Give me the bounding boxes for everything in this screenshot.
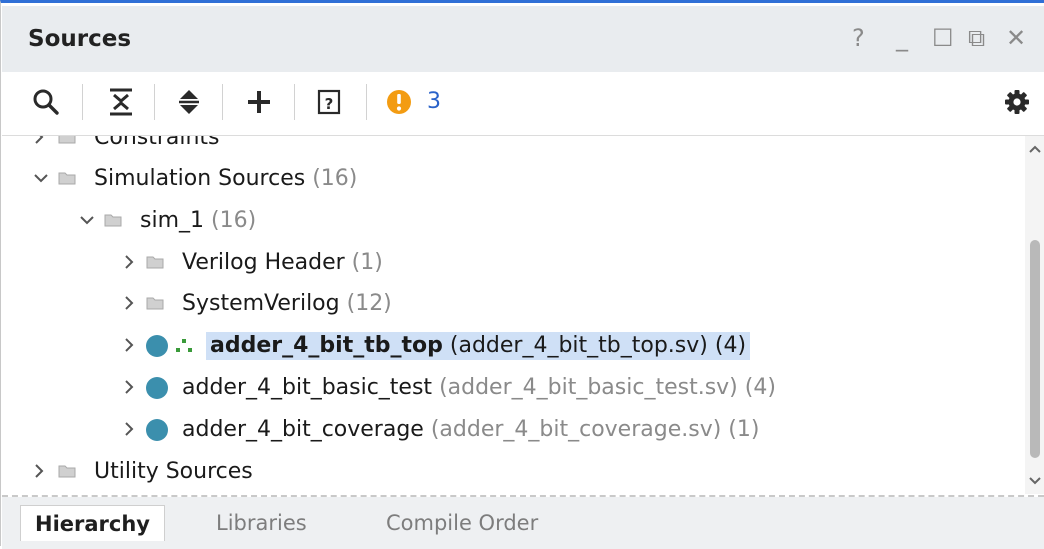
tree-item-adder-4-bit-basic-test[interactable]: adder_4_bit_basic_test (adder_4_bit_basi… xyxy=(2,368,1024,408)
close-button[interactable]: ✕ xyxy=(1006,24,1026,52)
tab-compile-order[interactable]: Compile Order xyxy=(372,505,552,541)
maximize-button[interactable]: ☐ xyxy=(932,24,954,52)
module-icon xyxy=(146,335,168,357)
folder-icon xyxy=(58,136,76,144)
svg-text:?: ? xyxy=(325,95,334,113)
panel-title: Sources xyxy=(28,26,132,52)
tree-item-label: adder_4_bit_coverage xyxy=(182,417,424,442)
scroll-down-icon[interactable] xyxy=(1028,474,1042,488)
tree-item-label: Verilog Header xyxy=(182,250,345,275)
chevron-down-icon[interactable] xyxy=(32,167,50,189)
scroll-up-icon[interactable] xyxy=(1028,142,1042,156)
folder-icon xyxy=(146,297,164,310)
chevron-right-icon[interactable] xyxy=(122,418,136,440)
chevron-right-icon[interactable] xyxy=(32,136,46,148)
tree-item-label: sim_1 xyxy=(140,208,205,233)
tree-item-adder-4-bit-tb-top[interactable]: adder_4_bit_tb_top (adder_4_bit_tb_top.s… xyxy=(2,326,1024,366)
float-button[interactable]: ⧉ xyxy=(968,24,985,52)
item-count: (4) xyxy=(744,375,776,400)
sources-tree: Constraints Simulation Sources (16) sim_… xyxy=(2,136,1024,494)
title-bar: Sources ? _ ☐ ⧉ ✕ xyxy=(2,6,1044,72)
tree-item-label: adder_4_bit_tb_top xyxy=(210,333,443,358)
item-count: (12) xyxy=(346,291,392,316)
gear-icon[interactable] xyxy=(1002,86,1032,118)
help-button[interactable]: ? xyxy=(852,24,865,52)
tree-item-label: Simulation Sources xyxy=(94,166,306,191)
folder-icon xyxy=(58,465,76,478)
minimize-button[interactable]: _ xyxy=(896,24,908,52)
item-count: (1) xyxy=(728,417,760,442)
chevron-right-icon[interactable] xyxy=(32,460,46,482)
tree-item-constraints[interactable]: Constraints xyxy=(2,136,1024,158)
toolbar: ? 3 xyxy=(2,72,1044,136)
warning-count[interactable]: 3 xyxy=(427,86,441,118)
chevron-down-icon[interactable] xyxy=(78,209,96,231)
module-icon xyxy=(146,419,168,441)
search-icon[interactable] xyxy=(30,86,62,118)
chevron-right-icon[interactable] xyxy=(122,292,136,314)
item-count: (1) xyxy=(351,250,383,275)
tree-item-systemverilog[interactable]: SystemVerilog (12) xyxy=(2,284,1024,324)
file-name: (adder_4_bit_coverage.sv) xyxy=(430,417,722,442)
tree-item-label: adder_4_bit_basic_test xyxy=(182,375,433,400)
tab-libraries[interactable]: Libraries xyxy=(202,505,321,541)
tree-item-adder-4-bit-coverage[interactable]: adder_4_bit_coverage (adder_4_bit_covera… xyxy=(2,410,1024,450)
tree-item-sim-1[interactable]: sim_1 (16) xyxy=(2,201,1024,241)
tree-item-utility-sources[interactable]: Utility Sources xyxy=(2,452,1024,492)
module-icon xyxy=(146,377,168,399)
tab-hierarchy[interactable]: Hierarchy xyxy=(20,505,165,541)
file-name: (adder_4_bit_tb_top.sv) xyxy=(449,333,708,358)
top-module-icon xyxy=(176,339,192,352)
chevron-right-icon[interactable] xyxy=(122,376,136,398)
warning-icon[interactable] xyxy=(384,86,414,118)
scroll-thumb[interactable] xyxy=(1030,240,1040,458)
folder-icon xyxy=(58,172,76,185)
collapse-all-icon[interactable] xyxy=(106,86,136,118)
help-icon[interactable]: ? xyxy=(314,86,344,118)
add-icon[interactable] xyxy=(244,86,274,118)
folder-icon xyxy=(104,214,122,227)
vertical-scrollbar[interactable] xyxy=(1025,136,1044,494)
tree-item-label: SystemVerilog xyxy=(182,291,340,316)
file-name: (adder_4_bit_basic_test.sv) xyxy=(439,375,738,400)
item-count: (4) xyxy=(714,333,747,358)
tree-item-simulation-sources[interactable]: Simulation Sources (16) xyxy=(2,159,1024,199)
tree-item-label: Utility Sources xyxy=(94,459,253,484)
item-count: (16) xyxy=(312,166,358,191)
tree-item-label: Constraints xyxy=(94,136,220,150)
folder-icon xyxy=(146,256,164,269)
expand-all-icon[interactable] xyxy=(174,86,204,118)
chevron-right-icon[interactable] xyxy=(122,251,136,273)
tree-item-verilog-header[interactable]: Verilog Header (1) xyxy=(2,243,1024,283)
item-count: (16) xyxy=(211,208,257,233)
chevron-right-icon[interactable] xyxy=(122,334,136,356)
sources-panel: Sources ? _ ☐ ⧉ ✕ ? 3 Constraints Simula… xyxy=(0,0,1044,549)
tab-bar: Hierarchy Libraries Compile Order xyxy=(2,497,1044,549)
